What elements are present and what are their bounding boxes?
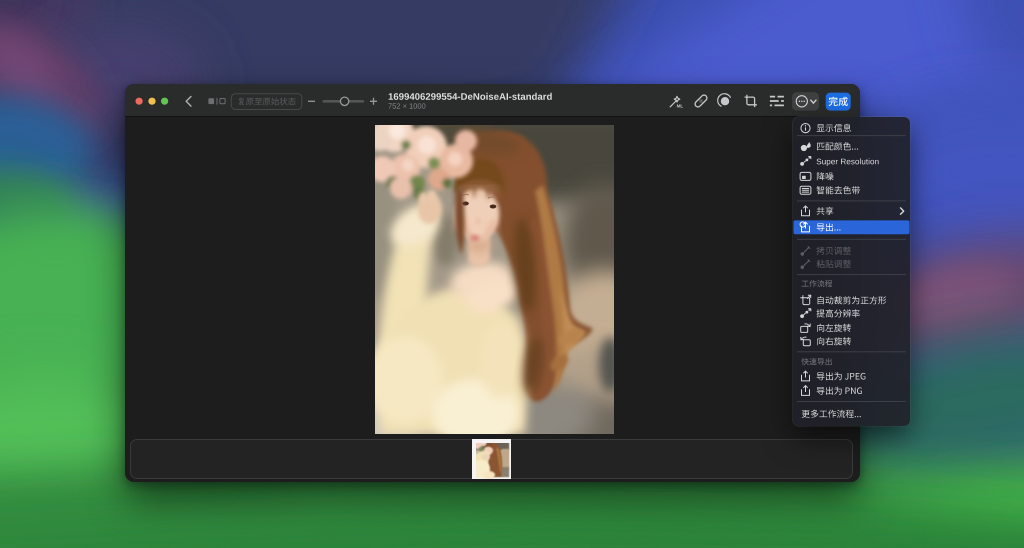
svg-text:ML: ML (677, 104, 684, 109)
